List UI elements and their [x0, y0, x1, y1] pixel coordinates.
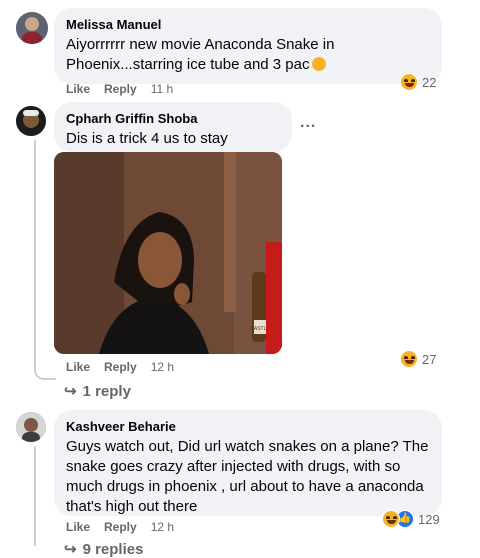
more-options-icon[interactable]: ... — [300, 114, 316, 132]
reaction-count: 22 — [422, 74, 437, 90]
thinking-emoji — [311, 57, 326, 71]
reaction-count: 129 — [418, 511, 440, 527]
comment-bubble: Kashveer Beharie Guys watch out, Did url… — [54, 410, 442, 516]
comment-bubble: Melissa Manuel Aiyorrrrrr new movie Anac… — [54, 8, 442, 84]
comment-author[interactable]: Melissa Manuel — [66, 16, 430, 33]
like-button[interactable]: Like — [66, 360, 90, 374]
comment-actions: Like Reply 12 h — [66, 520, 188, 534]
reaction-icons: 👍 — [382, 510, 414, 528]
reaction-summary[interactable]: 22 — [400, 73, 436, 91]
comment-text: Guys watch out, Did url watch snakes on … — [66, 438, 429, 515]
reply-button[interactable]: Reply — [104, 82, 137, 96]
reply-arrow-icon: ↪ — [64, 383, 77, 400]
woman-photo: CASTLE — [54, 152, 282, 354]
view-replies-link[interactable]: ↪ 1 reply — [64, 382, 131, 400]
haha-icon — [382, 510, 400, 528]
thread-line — [34, 140, 36, 364]
comment-text: Aiyorrrrrr new movie Anaconda Snake in P… — [66, 36, 335, 73]
haha-icon — [400, 350, 418, 368]
avatar[interactable] — [16, 12, 48, 44]
like-button[interactable]: Like — [66, 82, 90, 96]
thread-line — [34, 446, 36, 546]
reaction-summary[interactable]: 27 — [400, 350, 436, 368]
timestamp[interactable]: 11 h — [151, 82, 173, 96]
avatar-photo — [16, 412, 46, 442]
avatar-photo — [16, 12, 48, 44]
reply-button[interactable]: Reply — [104, 520, 137, 534]
thread-connector — [34, 364, 56, 380]
comment-author[interactable]: Kashveer Beharie — [66, 418, 430, 435]
comment-actions: Like Reply 12 h — [66, 360, 188, 374]
avatar[interactable] — [16, 106, 46, 136]
reaction-summary[interactable]: 👍 129 — [382, 510, 440, 528]
avatar[interactable] — [16, 412, 46, 442]
like-button[interactable]: Like — [66, 520, 90, 534]
view-replies-link[interactable]: ↪ 9 replies — [64, 540, 143, 558]
comment-author[interactable]: Cpharh Griffin Shoba — [66, 110, 280, 127]
timestamp[interactable]: 12 h — [151, 520, 174, 534]
reply-button[interactable]: Reply — [104, 360, 137, 374]
reply-arrow-icon: ↪ — [64, 541, 77, 558]
haha-icon — [400, 73, 418, 91]
timestamp[interactable]: 12 h — [151, 360, 174, 374]
comment-photo[interactable]: CASTLE — [54, 152, 282, 354]
reaction-count: 27 — [422, 351, 437, 367]
avatar-photo — [16, 106, 46, 136]
comment-actions: Like Reply 11 h — [66, 82, 187, 96]
comment-bubble: Cpharh Griffin Shoba Dis is a trick 4 us… — [54, 102, 292, 167]
